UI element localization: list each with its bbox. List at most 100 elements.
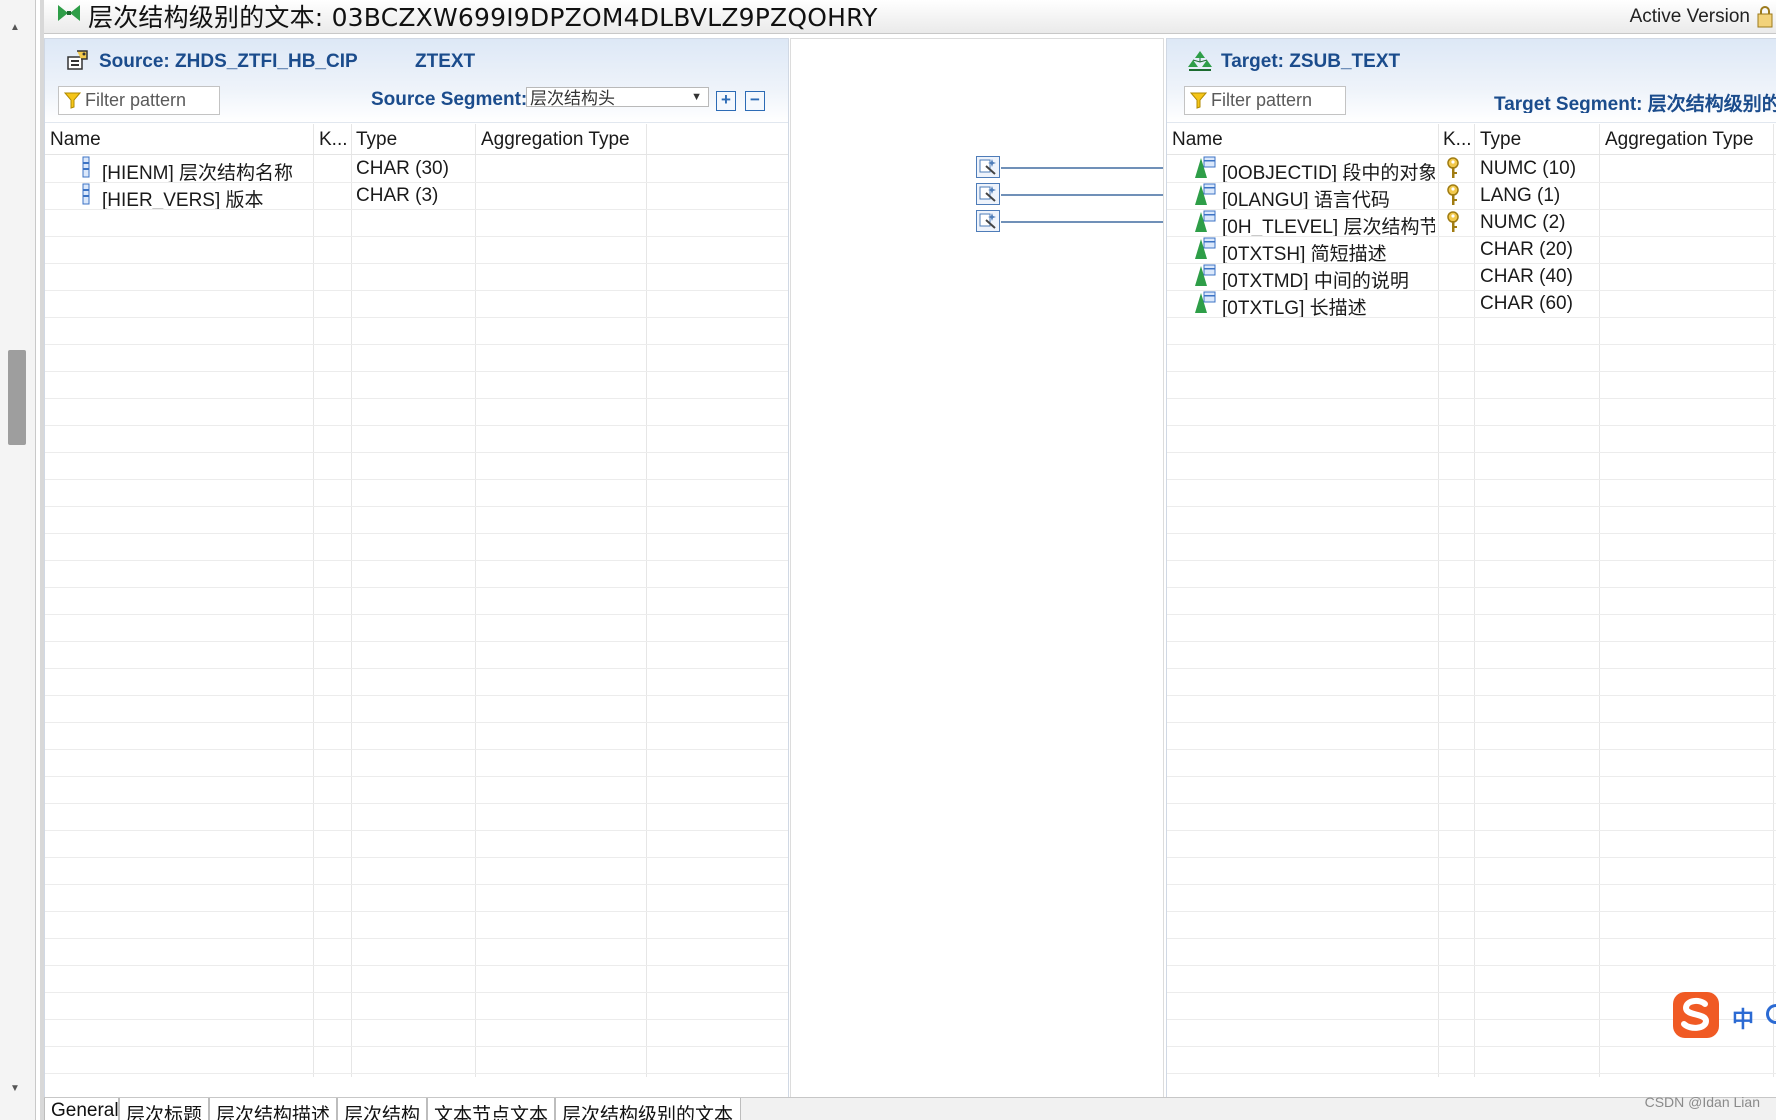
rule-wizard-icon[interactable] [976,156,1000,178]
row-divider [1167,641,1776,642]
vertical-scrollbar-thumb[interactable] [8,350,26,445]
tab-text-node-text[interactable]: 文本节点文本 [427,1098,555,1120]
target-field-row[interactable]: [0TXTLG] 长描述 CHAR (60) [1167,290,1776,319]
row-divider [45,506,788,507]
field-type: NUMC (10) [1480,158,1577,179]
column-header-type[interactable]: Type [1480,129,1521,151]
mapping-line[interactable] [1001,167,1163,169]
active-version-label: Active Version [1629,6,1750,27]
field-name: [0OBJECTID] 段中的对象标 [1222,163,1435,184]
characteristic-icon [1195,291,1216,313]
tab-hierarchy-description[interactable]: 层次结构描述 [209,1098,337,1120]
source-field-row[interactable]: [HIER_VERS] 版本 CHAR (3) [45,182,788,211]
row-divider [1167,776,1776,777]
scroll-up-arrow-icon[interactable]: ▲ [10,22,20,33]
column-divider [646,124,647,1077]
scroll-down-arrow-icon[interactable]: ▼ [10,1083,20,1094]
rule-wizard-icon[interactable] [976,210,1000,232]
column-header-name[interactable]: Name [1172,129,1223,151]
row-divider [1167,236,1776,237]
column-header-key[interactable]: K... [1443,129,1472,151]
column-header-key[interactable]: K... [319,129,348,151]
column-header-aggregation[interactable]: Aggregation Type [1605,129,1754,151]
row-divider [1167,749,1776,750]
version-status-icon [1757,6,1773,28]
target-field-row[interactable]: [0TXTMD] 中间的说明 CHAR (40) [1167,263,1776,292]
transformation-editor: ▲ ▼ 层次结构级别的文本: 03BCZXW699I9DPZOM4DLBVLZ9… [0,0,1776,1120]
field-type: LANG (1) [1480,185,1561,206]
row-divider [45,992,788,993]
field-name: [0TXTLG] 长描述 [1222,298,1367,319]
field-name: [0H_TLEVEL] 层次结构节点 [1222,217,1435,238]
tab-hierarchy-level-text[interactable]: 层次结构级别的文本 [555,1098,741,1120]
target-filter-field[interactable] [1184,86,1346,115]
row-divider [1167,857,1776,858]
row-divider [1167,668,1776,669]
row-divider [45,884,788,885]
ime-punctuation-icon [1766,1004,1776,1024]
field-name: [HIENM] 层次结构名称 [102,163,294,184]
row-divider [45,641,788,642]
expand-all-button[interactable]: + [716,91,736,111]
chevron-down-icon[interactable]: ▼ [691,88,702,106]
row-divider [1167,452,1776,453]
characteristic-icon [1195,210,1216,232]
tab-hierarchy-structure[interactable]: 层次结构 [337,1098,427,1120]
source-field-row[interactable]: [HIENM] 层次结构名称 CHAR (30) [45,155,788,184]
row-divider [45,1073,788,1074]
editor-title: 层次结构级别的文本: 03BCZXW699I9DPZOM4DLBVLZ9PZQO… [88,3,878,32]
target-panel: Target: ZSUB_TEXT Target Segment: 层次结构级别… [1166,38,1776,1098]
row-divider [1167,182,1776,183]
row-divider [45,317,788,318]
tab-general[interactable]: General [44,1098,119,1120]
field-name: [0TXTSH] 简短描述 [1222,244,1387,265]
source-datasource-name: ZTEXT [415,51,476,72]
row-divider [1167,1046,1776,1047]
row-divider [45,479,788,480]
row-divider [1167,614,1776,615]
target-field-row[interactable]: [0TXTSH] 简短描述 CHAR (20) [1167,236,1776,265]
row-divider [1167,830,1776,831]
row-divider [45,938,788,939]
row-divider [45,209,788,210]
row-divider [45,749,788,750]
column-divider [475,124,476,1077]
key-icon [1447,211,1459,232]
source-filter-field[interactable] [58,86,220,115]
target-field-row[interactable]: [0LANGU] 语言代码 LANG (1) [1167,182,1776,211]
source-segment-dropdown[interactable]: 层次结构头 ▼ [526,87,709,107]
sogou-ime-icon [1673,992,1719,1038]
ime-mode-label: 中 [1732,1008,1755,1033]
rule-wizard-icon[interactable] [976,183,1000,205]
target-segment-label[interactable]: Target Segment: 层次结构级别的 [1494,89,1776,113]
source-filter-input[interactable] [85,89,217,112]
row-divider [45,776,788,777]
row-divider [45,290,788,291]
target-filter-input[interactable] [1211,89,1343,112]
source-fields-table: Name K... Type Aggregation Type [HIENM] … [45,124,788,1097]
row-divider [45,668,788,669]
ime-indicator[interactable]: 中 [1670,990,1776,1042]
target-field-row[interactable]: [0OBJECTID] 段中的对象标 NUMC (10) [1167,155,1776,184]
row-divider [1167,344,1776,345]
column-header-aggregation[interactable]: Aggregation Type [481,129,630,151]
row-divider [45,911,788,912]
tab-hierarchy-header[interactable]: 层次标题 [119,1098,209,1120]
field-name: [0TXTMD] 中间的说明 [1222,271,1409,292]
mapping-line[interactable] [1001,221,1163,223]
target-field-row[interactable]: [0H_TLEVEL] 层次结构节点 NUMC (2) [1167,209,1776,238]
characteristic-icon [1195,183,1216,205]
row-divider [1167,938,1776,939]
column-header-type[interactable]: Type [356,129,397,151]
collapse-all-button[interactable]: − [745,91,765,111]
left-gutter: ▲ ▼ [0,0,36,1120]
row-divider [45,263,788,264]
field-type: CHAR (30) [356,158,449,179]
mapping-line[interactable] [1001,194,1163,196]
source-panel: Source: ZHDS_ZTFI_HB_CIP ZTEXT Source Se… [44,38,789,1098]
column-header-name[interactable]: Name [50,129,101,151]
row-divider [45,695,788,696]
row-divider [45,182,788,183]
field-type: CHAR (20) [1480,239,1573,260]
row-divider [45,1046,788,1047]
